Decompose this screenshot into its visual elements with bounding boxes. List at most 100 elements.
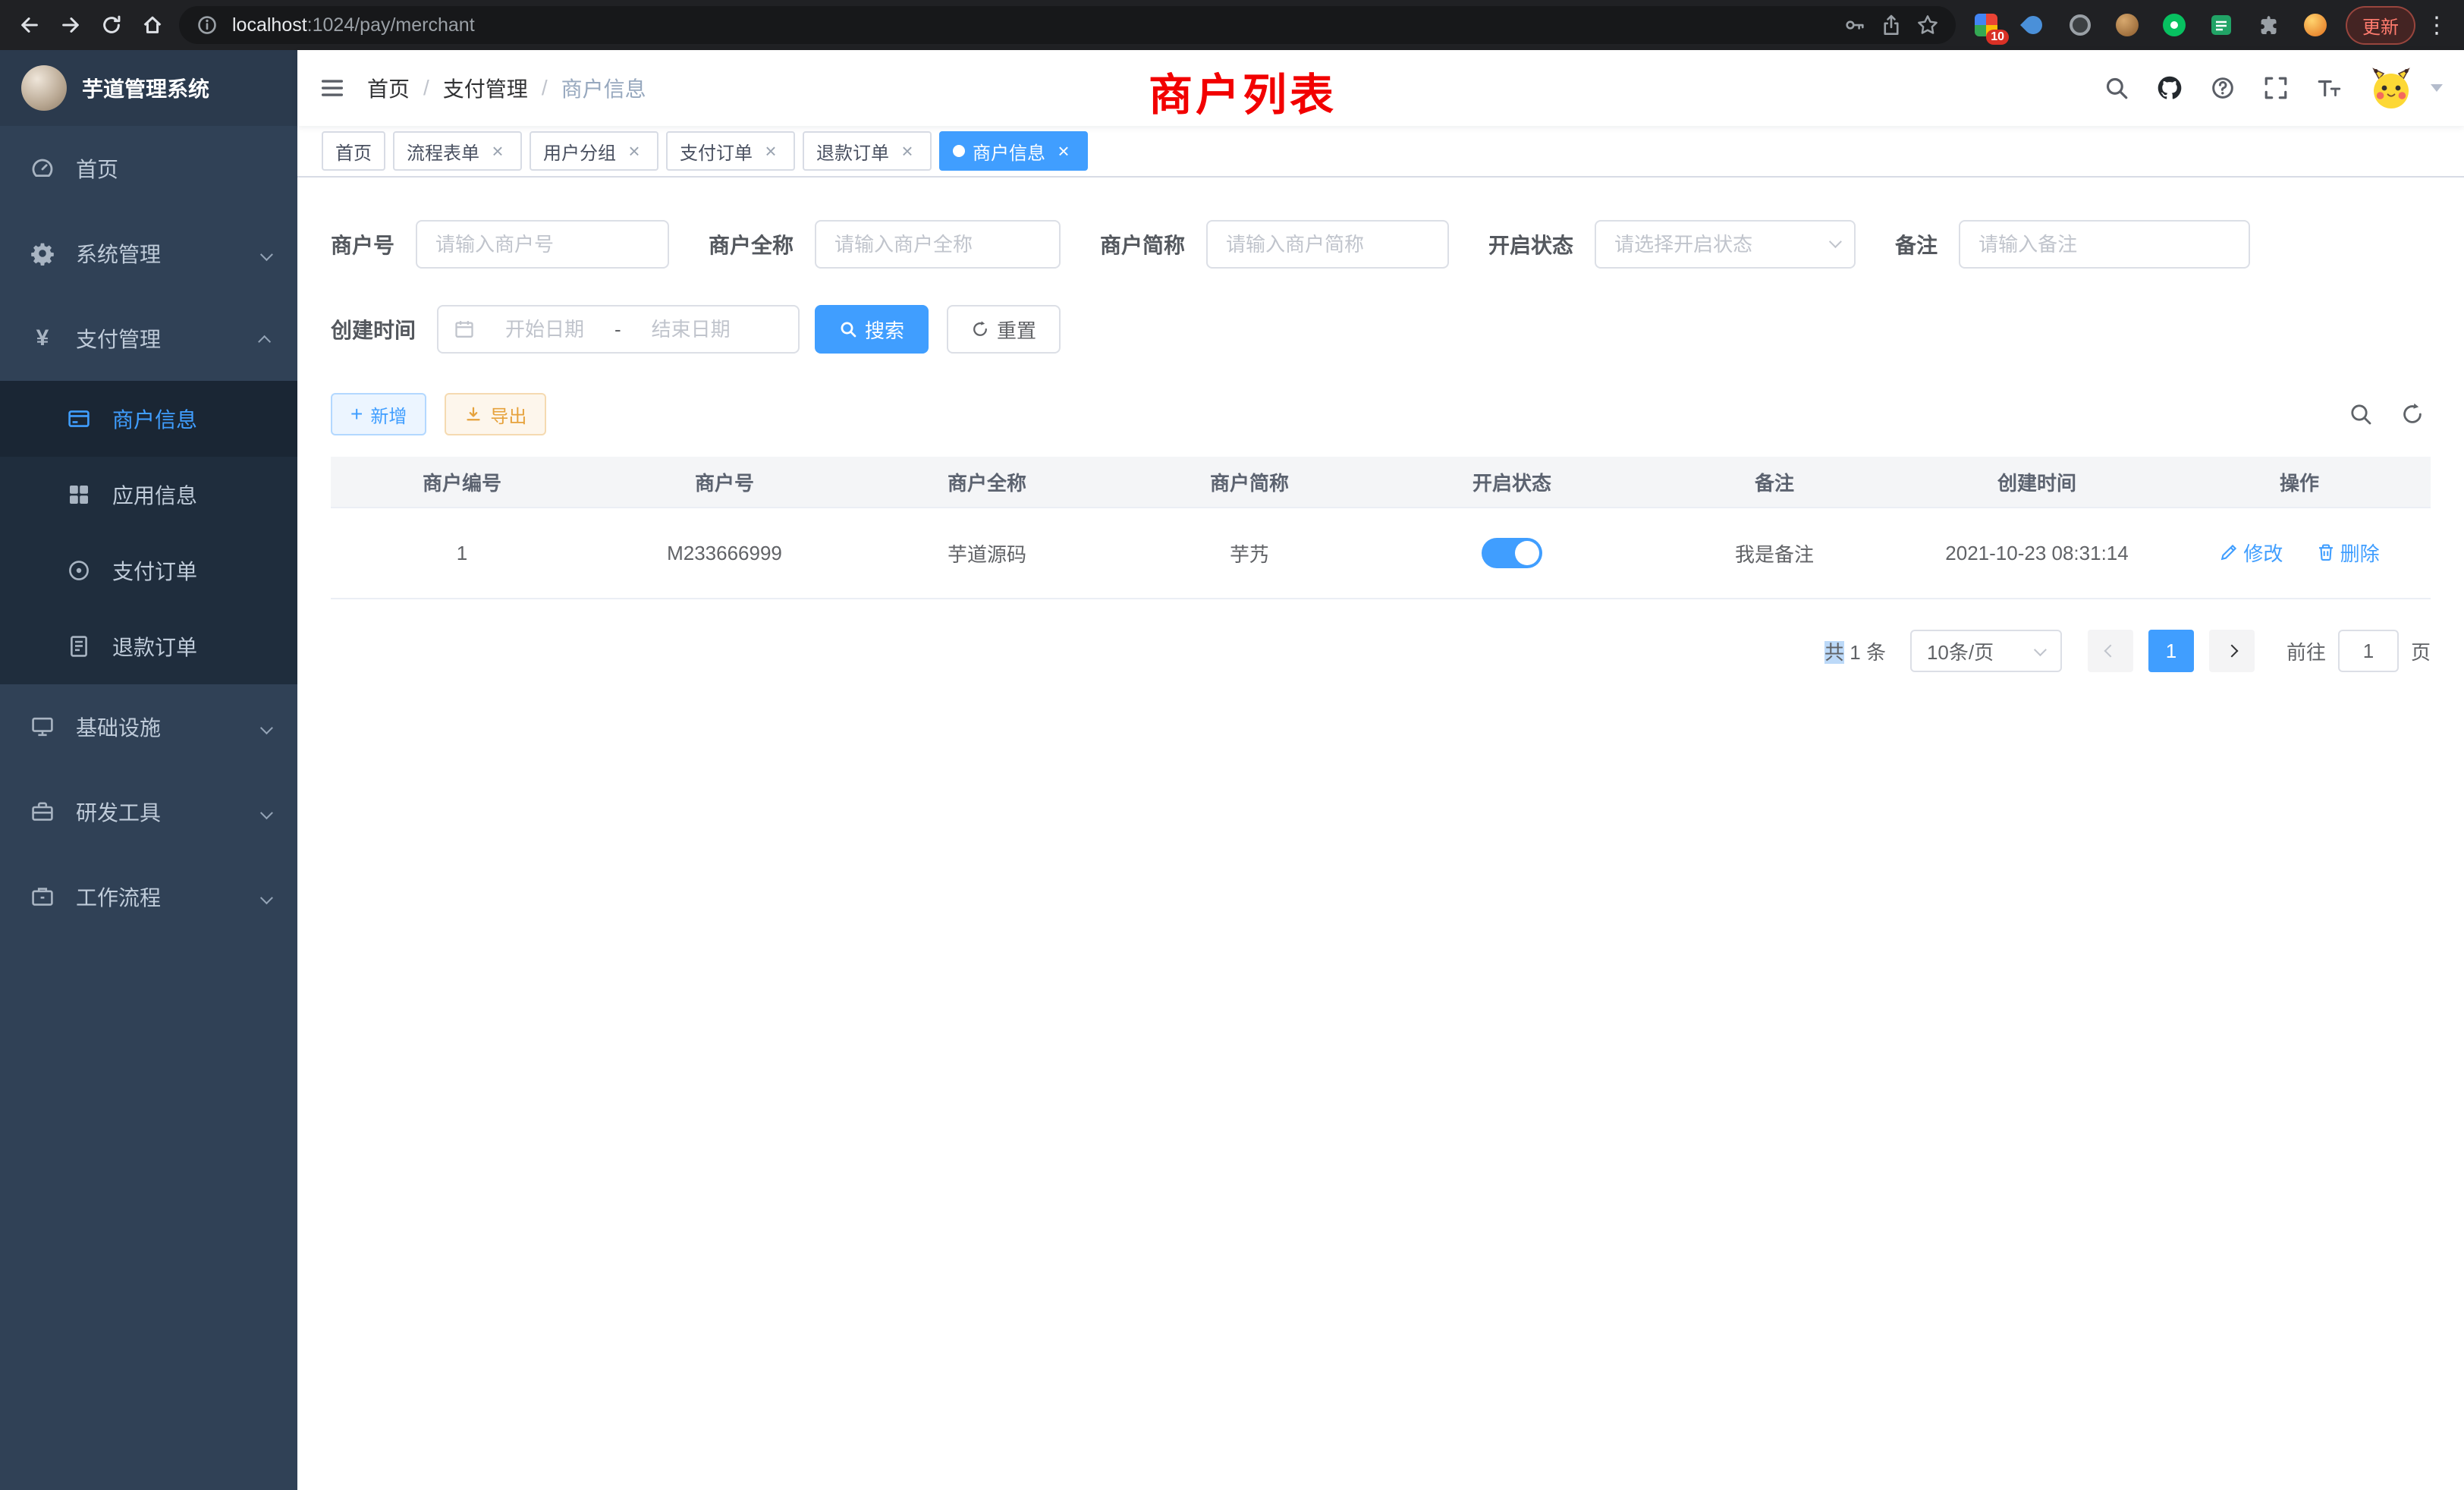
- status-toggle[interactable]: [1482, 538, 1542, 568]
- merchant-no-input[interactable]: [416, 220, 669, 269]
- page-jump-input[interactable]: [2338, 630, 2399, 672]
- header-search-icon[interactable]: [2097, 68, 2136, 108]
- header-create-time: 创建时间: [1906, 468, 2168, 496]
- merchant-table: 商户编号 商户号 商户全称 商户简称 开启状态 备注 创建时间 操作 1 M23…: [331, 457, 2431, 599]
- caret-down-icon[interactable]: [2431, 84, 2443, 92]
- tags-view: 首页 流程表单× 用户分组× 支付订单× 退款订单× 商户信息×: [297, 126, 2464, 178]
- browser-reload-button[interactable]: [91, 5, 132, 46]
- help-icon[interactable]: [2203, 68, 2242, 108]
- extension-dark-icon[interactable]: [2062, 7, 2098, 43]
- prev-page-button[interactable]: [2088, 630, 2133, 672]
- bookmark-star-icon[interactable]: [1916, 14, 1939, 36]
- date-end-input[interactable]: [627, 316, 755, 343]
- chevron-down-icon: [261, 800, 270, 824]
- url-bar[interactable]: localhost:1024/pay/merchant: [179, 6, 1956, 44]
- sidebar-item-app-info[interactable]: 应用信息: [0, 457, 297, 533]
- site-info-icon[interactable]: [196, 14, 218, 36]
- extension-colorwheel-icon[interactable]: 10: [1968, 7, 2004, 43]
- next-page-button[interactable]: [2209, 630, 2255, 672]
- browser-home-button[interactable]: [132, 5, 173, 46]
- sidebar-item-merchant-info[interactable]: 商户信息: [0, 381, 297, 457]
- share-icon[interactable]: [1880, 14, 1903, 36]
- browser-update-button[interactable]: 更新: [2346, 6, 2415, 45]
- page-number-button[interactable]: 1: [2148, 630, 2194, 672]
- tab-merchant-info[interactable]: 商户信息×: [939, 131, 1088, 171]
- remark-input[interactable]: [1959, 220, 2250, 269]
- extension-wechat-devtools-icon[interactable]: [2156, 7, 2192, 43]
- browser-window: localhost:1024/pay/merchant 10 更新 ⋮ 芋道管理…: [0, 0, 2464, 1490]
- user-avatar[interactable]: [2368, 65, 2414, 111]
- browser-menu-icon[interactable]: ⋮: [2425, 12, 2449, 39]
- browser-forward-button[interactable]: [50, 5, 91, 46]
- breadcrumb-current: 商户信息: [561, 73, 646, 103]
- chevron-down-icon: [261, 241, 270, 266]
- export-button[interactable]: 导出: [445, 393, 546, 435]
- close-icon[interactable]: ×: [897, 140, 918, 162]
- full-name-input[interactable]: [815, 220, 1061, 269]
- reset-button[interactable]: 重置: [947, 305, 1061, 354]
- table-row: 1 M233666999 芋道源码 芋艿 我是备注 2021-10-23 08:…: [331, 508, 2431, 599]
- extension-badge: 10: [1986, 30, 2009, 45]
- dashboard-icon: [30, 156, 55, 181]
- goto-label: 前往: [2286, 637, 2326, 665]
- sidebar-item-refund-order[interactable]: 退款订单: [0, 608, 297, 684]
- tab-refund-order[interactable]: 退款订单×: [803, 131, 932, 171]
- extension-avatar-icon[interactable]: [2109, 7, 2145, 43]
- sidebar-item-payment[interactable]: ¥ 支付管理: [0, 296, 297, 381]
- close-icon[interactable]: ×: [624, 140, 645, 162]
- fullscreen-icon[interactable]: [2256, 68, 2296, 108]
- add-button[interactable]: + 新增: [331, 393, 426, 435]
- tab-home[interactable]: 首页: [322, 131, 385, 171]
- chevron-up-icon: [261, 326, 270, 350]
- header-merchant-no: 商户号: [593, 468, 856, 496]
- breadcrumb-home[interactable]: 首页: [367, 73, 410, 103]
- extension-notes-icon[interactable]: [2203, 7, 2239, 43]
- breadcrumb-payment[interactable]: 支付管理: [443, 73, 528, 103]
- short-name-input[interactable]: [1206, 220, 1449, 269]
- font-size-icon[interactable]: [2309, 68, 2349, 108]
- tab-user-group[interactable]: 用户分组×: [530, 131, 658, 171]
- delete-link[interactable]: 删除: [2316, 539, 2380, 567]
- home-icon: [141, 14, 164, 36]
- close-icon[interactable]: ×: [760, 140, 781, 162]
- browser-back-button[interactable]: [9, 5, 50, 46]
- search-button[interactable]: 搜索: [815, 305, 929, 354]
- sidebar-item-infrastructure[interactable]: 基础设施: [0, 684, 297, 769]
- sidebar-item-dev-tools[interactable]: 研发工具: [0, 769, 297, 854]
- app-logo[interactable]: 芋道管理系统: [0, 50, 297, 126]
- sidebar-item-label: 支付订单: [112, 555, 197, 586]
- search-icon: [839, 320, 857, 338]
- create-time-range-picker[interactable]: -: [437, 305, 800, 354]
- chevron-down-icon: [261, 885, 270, 909]
- close-icon[interactable]: ×: [1053, 140, 1074, 162]
- close-icon[interactable]: ×: [487, 140, 508, 162]
- extension-pin-icon[interactable]: [2015, 7, 2051, 43]
- pagination: 共 1 条 10条/页 1 前往 页: [331, 630, 2431, 672]
- hide-search-icon[interactable]: [2349, 402, 2373, 426]
- header-actions: 操作: [2168, 468, 2431, 496]
- github-icon[interactable]: [2150, 68, 2189, 108]
- sidebar-item-system[interactable]: 系统管理: [0, 211, 297, 296]
- sidebar-item-pay-order[interactable]: 支付订单: [0, 533, 297, 608]
- filter-row-2: 创建时间 - 搜索 重置: [331, 305, 2431, 354]
- chevron-right-icon: [2225, 645, 2238, 658]
- password-key-icon[interactable]: [1843, 14, 1866, 36]
- sidebar-item-home[interactable]: 首页: [0, 126, 297, 211]
- page-size-select[interactable]: 10条/页: [1910, 630, 2062, 672]
- breadcrumb-separator: /: [542, 76, 548, 100]
- sidebar-item-workflow[interactable]: 工作流程: [0, 854, 297, 939]
- status-select-input[interactable]: [1595, 220, 1856, 269]
- date-start-input[interactable]: [481, 316, 608, 343]
- extension-puzzle-icon[interactable]: [2250, 7, 2286, 43]
- edit-icon: [2219, 542, 2239, 562]
- hamburger-icon[interactable]: [319, 74, 346, 102]
- tab-pay-order[interactable]: 支付订单×: [666, 131, 795, 171]
- edit-link[interactable]: 修改: [2219, 539, 2283, 567]
- status-select[interactable]: [1595, 220, 1856, 269]
- extension-profile-icon[interactable]: [2297, 7, 2334, 43]
- arrow-right-icon: [59, 14, 82, 36]
- refresh-icon[interactable]: [2400, 402, 2425, 426]
- briefcase-icon: [30, 885, 55, 909]
- tab-process-form[interactable]: 流程表单×: [393, 131, 522, 171]
- cell-merchant-id: 1: [331, 542, 593, 565]
